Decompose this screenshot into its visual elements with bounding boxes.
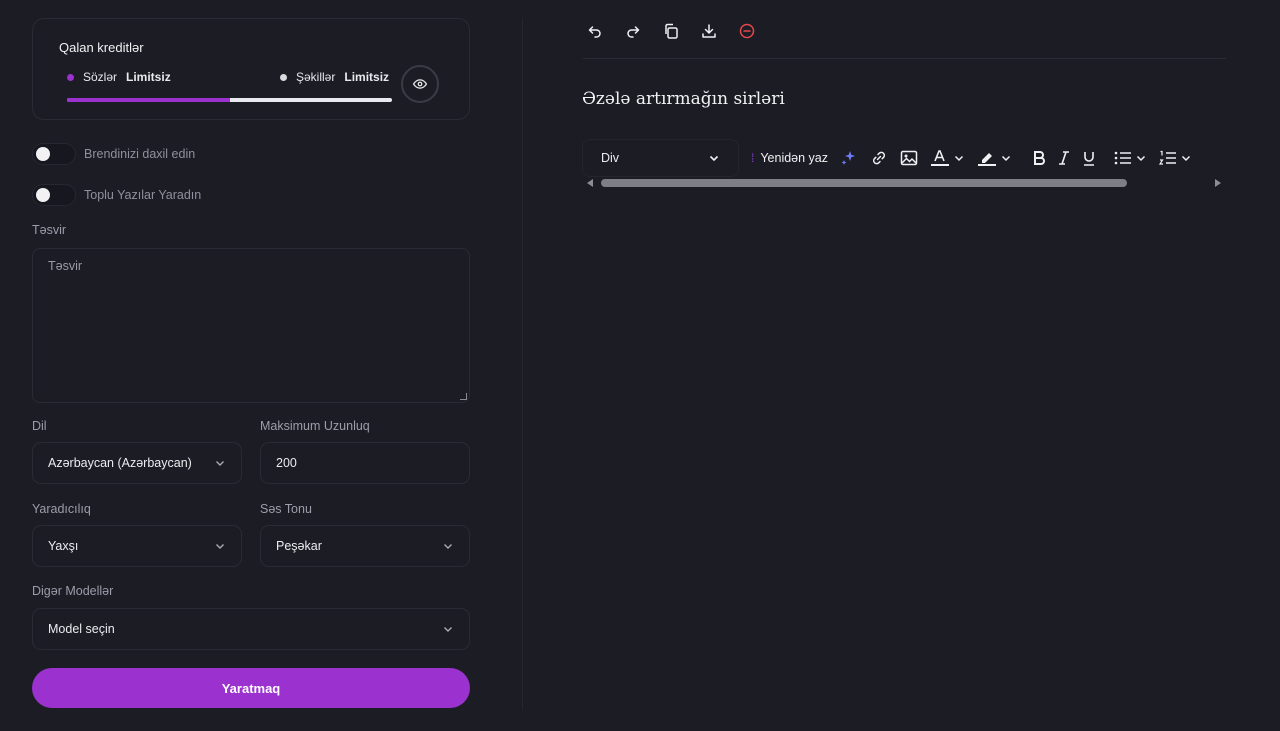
toolbar-scrollbar[interactable] [582,176,1227,190]
max-length-input[interactable]: 200 [260,442,470,484]
tone-select[interactable]: Peşəkar [260,525,470,567]
bullet-list-button[interactable] [1114,143,1147,173]
highlighter-icon [978,153,996,166]
rewrite-button[interactable]: ⁞ Yenidən yaz [751,151,828,165]
italic-button[interactable] [1058,143,1070,173]
model-select[interactable]: Model seçin [32,608,470,650]
redo-icon [627,26,640,38]
brand-toggle-row: Brendinizi daxil edin [32,143,195,165]
resize-handle-icon[interactable] [460,393,467,400]
text-color-button[interactable] [930,143,965,173]
credits-card: Qalan kreditlər Sözlər Limitsiz Şəkillər… [32,18,470,120]
delete-icon [739,23,755,39]
credit-words: Sözlər Limitsiz [67,70,171,84]
max-length-label: Maksimum Uzunluq [260,419,370,433]
credits-progress-fill [67,98,230,102]
block-type-select[interactable]: Div [582,139,739,177]
chevron-down-icon [216,461,224,466]
language-label: Dil [32,419,47,433]
download-button[interactable] [697,18,721,44]
description-label: Təsvir [32,223,67,237]
brand-toggle-label: Brendinizi daxil edin [84,147,196,161]
description-placeholder: Təsvir [48,259,83,273]
download-icon [702,24,716,38]
credit-words-label: Sözlər [83,70,118,84]
document-title[interactable]: Əzələ artırmağın sirləri [582,89,785,109]
underline-button[interactable] [1082,143,1096,173]
bulk-toggle-label: Toplu Yazılar Yaradın [84,188,202,202]
credits-title: Qalan kreditlər [59,40,144,55]
credit-words-value: Limitsiz [126,70,171,84]
tone-value: Peşəkar [276,539,322,553]
topbar-divider [583,58,1226,59]
chevron-down-icon [954,155,964,162]
bold-button[interactable] [1032,143,1046,173]
chevron-down-icon [709,155,719,162]
other-models-label: Digər Modellər [32,584,114,598]
undo-icon [588,26,601,38]
italic-icon [1059,151,1069,165]
chevron-down-icon [1001,155,1011,162]
scroll-right-icon[interactable] [1215,179,1221,187]
numbered-list-icon [1159,150,1176,165]
language-value: Azərbaycan (Azərbaycan) [48,456,192,470]
images-dot-icon [280,73,287,81]
editor-topbar [583,18,759,44]
link-icon [872,151,886,165]
sparkle-icon [841,151,855,165]
image-button[interactable] [900,143,918,173]
chevron-down-icon [1181,155,1191,162]
panel-divider [522,18,523,710]
chevron-down-icon [444,544,452,549]
eye-icon [413,79,427,89]
words-dot-icon [67,73,74,81]
ai-sparkle-button[interactable] [840,143,858,173]
delete-button[interactable] [735,18,759,44]
rewrite-icon: ⁞ [751,151,755,165]
scrollbar-thumb[interactable] [601,179,1127,187]
text-color-icon [931,150,949,166]
chevron-down-icon [444,627,452,632]
language-select[interactable]: Azərbaycan (Azərbaycan) [32,442,242,484]
copy-button[interactable] [659,18,683,44]
credit-images-value: Limitsiz [344,70,390,84]
creativity-value: Yaxşı [48,539,79,553]
highlight-button[interactable] [977,143,1012,173]
image-icon [900,150,918,166]
chevron-down-icon [216,544,224,549]
editor-toolbar: Div ⁞ Yenidən yaz [582,138,1227,178]
scroll-left-icon[interactable] [587,179,593,187]
generate-button[interactable]: Yaratmaq [32,668,470,708]
toggle-knob [36,147,50,161]
model-value: Model seçin [48,622,115,636]
chevron-down-icon [1136,155,1146,162]
tone-label: Səs Tonu [260,502,312,516]
max-length-value: 200 [276,456,297,470]
redo-button[interactable] [621,18,645,44]
credit-images-label: Şəkillər [296,70,336,84]
toggle-knob [36,188,50,202]
block-type-value: Div [601,151,620,165]
rewrite-label: Yenidən yaz [760,151,828,165]
numbered-list-button[interactable] [1159,143,1192,173]
credits-progress-bar [67,98,392,102]
toggle-visibility-button[interactable] [401,65,439,103]
undo-button[interactable] [583,18,607,44]
brand-toggle[interactable] [32,143,76,165]
underline-icon [1084,152,1094,166]
link-button[interactable] [870,143,888,173]
bulk-toggle[interactable] [32,184,76,206]
bullet-list-icon [1114,151,1131,165]
bold-icon [1034,151,1045,165]
creativity-select[interactable]: Yaxşı [32,525,242,567]
creativity-label: Yaradıcılıq [32,502,91,516]
description-textarea[interactable]: Təsvir [32,248,470,403]
credit-images: Şəkillər Limitsiz [280,70,389,84]
bulk-toggle-row: Toplu Yazılar Yaradın [32,184,201,206]
copy-icon [665,23,678,39]
